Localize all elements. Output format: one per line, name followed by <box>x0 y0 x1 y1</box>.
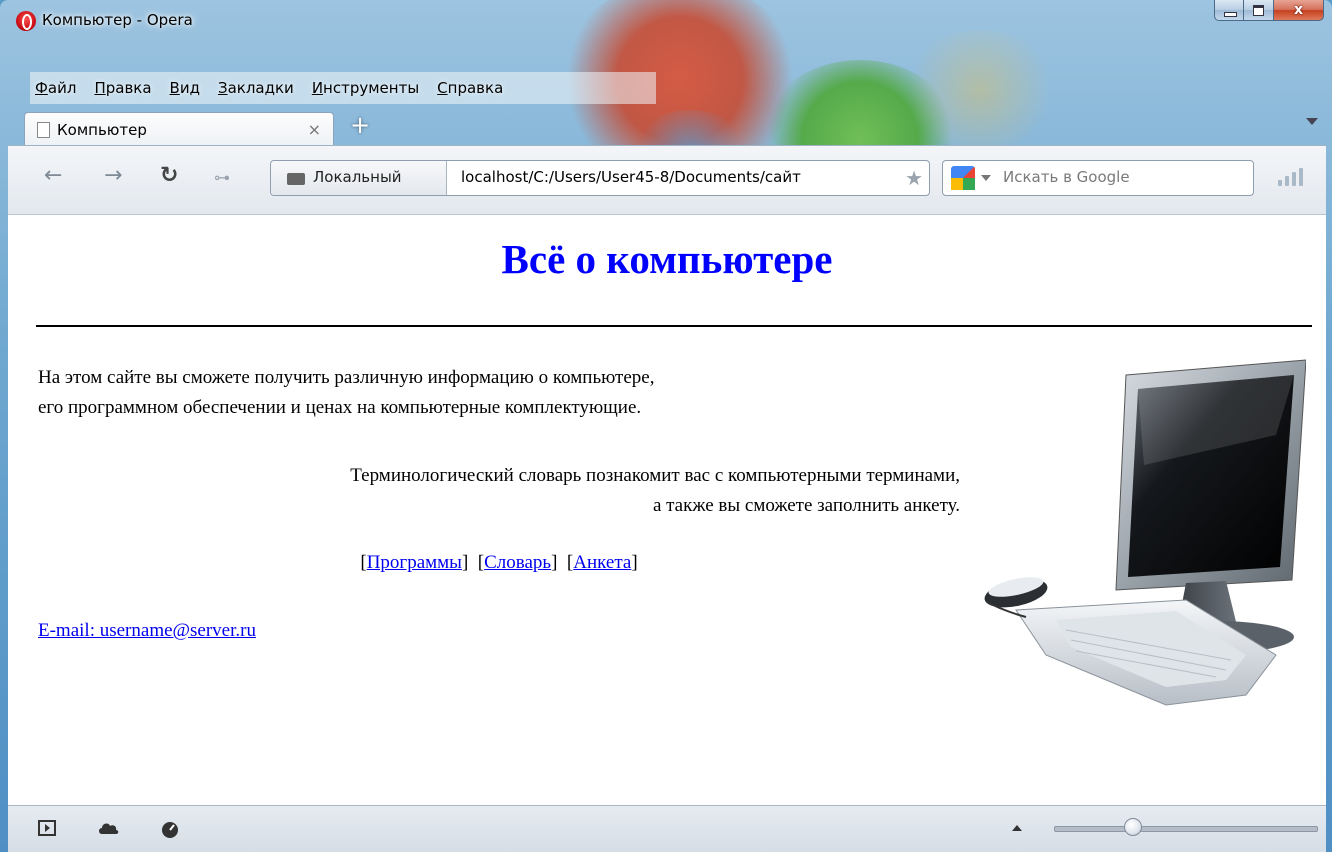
browser-window: Компьютер - Opera x Файл Правка Вид Закл… <box>0 0 1332 852</box>
tab-close-icon[interactable]: × <box>308 120 321 139</box>
menu-edit[interactable]: Правка <box>89 72 156 104</box>
maximize-button[interactable] <box>1244 0 1274 21</box>
email-link[interactable]: E-mail: username@server.ru <box>38 620 256 641</box>
email-line: E-mail: username@server.ru <box>38 620 256 642</box>
panels-toggle-icon[interactable] <box>38 820 56 836</box>
dictionary-line-2: а также вы сможете заполнить анкету. <box>652 495 960 516</box>
key-icon[interactable]: ⊶ <box>214 166 230 190</box>
address-bar[interactable]: Локальный localhost/C:/Users/User45-8/Do… <box>270 160 930 196</box>
minimize-button[interactable] <box>1214 0 1244 21</box>
intro-line-2: его программном обеспечении и ценах на к… <box>38 397 642 418</box>
tab-menu-chevron-icon[interactable] <box>1306 118 1318 125</box>
intro-paragraph: На этом сайте вы сможете получить различ… <box>38 363 968 423</box>
dictionary-line-1: Терминологический словарь познакомит вас… <box>350 465 960 486</box>
intro-line-1: На этом сайте вы сможете получить различ… <box>38 367 655 388</box>
signal-bar <box>1292 172 1296 186</box>
close-icon: x <box>1293 2 1304 18</box>
link-dictionary[interactable]: Словарь <box>484 552 551 573</box>
title-bar[interactable]: Компьютер - Opera x <box>0 0 1332 40</box>
opera-logo-icon[interactable] <box>16 11 36 31</box>
tab-label: Компьютер <box>57 121 147 139</box>
computer-image <box>984 359 1306 706</box>
zoom-menu-arrow-icon[interactable] <box>1012 825 1022 831</box>
zoom-slider-handle[interactable] <box>1124 818 1143 836</box>
search-engine-dropdown-icon[interactable] <box>981 175 991 181</box>
opera-unite-cloud-icon[interactable] <box>98 820 120 836</box>
new-tab-button[interactable]: + <box>346 112 374 140</box>
turbo-speedometer-icon[interactable] <box>160 820 180 838</box>
horizontal-rule <box>36 325 1312 327</box>
page-navigation: [Программы] [Словарь] [Анкета] <box>360 552 638 573</box>
page-heading: Всё о компьютере <box>501 236 833 282</box>
signal-bar <box>1285 176 1289 186</box>
google-logo-icon[interactable] <box>951 166 975 190</box>
site-info-label: Локальный <box>313 168 402 186</box>
search-placeholder: Искать в Google <box>1003 168 1130 186</box>
site-info-badge[interactable]: Локальный <box>271 161 447 195</box>
bookmark-star-icon[interactable]: ★ <box>905 166 923 190</box>
back-arrow-icon[interactable]: ← <box>44 164 62 188</box>
window-controls: x <box>1214 0 1324 22</box>
menubar: Файл Правка Вид Закладки Инструменты Спр… <box>30 72 516 104</box>
status-bar <box>8 805 1326 852</box>
tab-bar: Компьютер × + <box>24 108 1324 146</box>
local-monitor-icon <box>287 173 305 185</box>
reload-icon[interactable]: ↻ <box>160 164 178 188</box>
signal-bar <box>1278 180 1282 186</box>
dictionary-paragraph: Терминологический словарь познакомит вас… <box>38 461 960 521</box>
link-programs[interactable]: Программы <box>367 552 462 573</box>
url-input[interactable]: localhost/C:/Users/User45-8/Documents/са… <box>461 168 901 186</box>
link-survey[interactable]: Анкета <box>573 552 631 573</box>
window-title: Компьютер - Opera <box>42 11 193 29</box>
navigation-toolbar: ← → ↻ ⊶ Локальный localhost/C:/Users/Use… <box>8 145 1326 215</box>
menu-bookmarks[interactable]: Закладки <box>213 72 299 104</box>
menu-file[interactable]: Файл <box>30 72 81 104</box>
close-window-button[interactable]: x <box>1274 0 1324 21</box>
menu-view[interactable]: Вид <box>165 72 205 104</box>
page-icon <box>37 122 50 138</box>
menu-help[interactable]: Справка <box>432 72 508 104</box>
signal-bar <box>1299 168 1303 186</box>
menu-tools[interactable]: Инструменты <box>307 72 424 104</box>
page-viewport: Всё о компьютере На этом сайте вы сможет… <box>8 215 1326 805</box>
tab-computer[interactable]: Компьютер × <box>24 112 334 146</box>
forward-arrow-icon[interactable]: → <box>104 164 122 188</box>
zoom-slider[interactable] <box>1054 826 1318 832</box>
search-field[interactable]: Искать в Google <box>942 160 1254 196</box>
signal-bars-icon[interactable] <box>1278 168 1303 186</box>
